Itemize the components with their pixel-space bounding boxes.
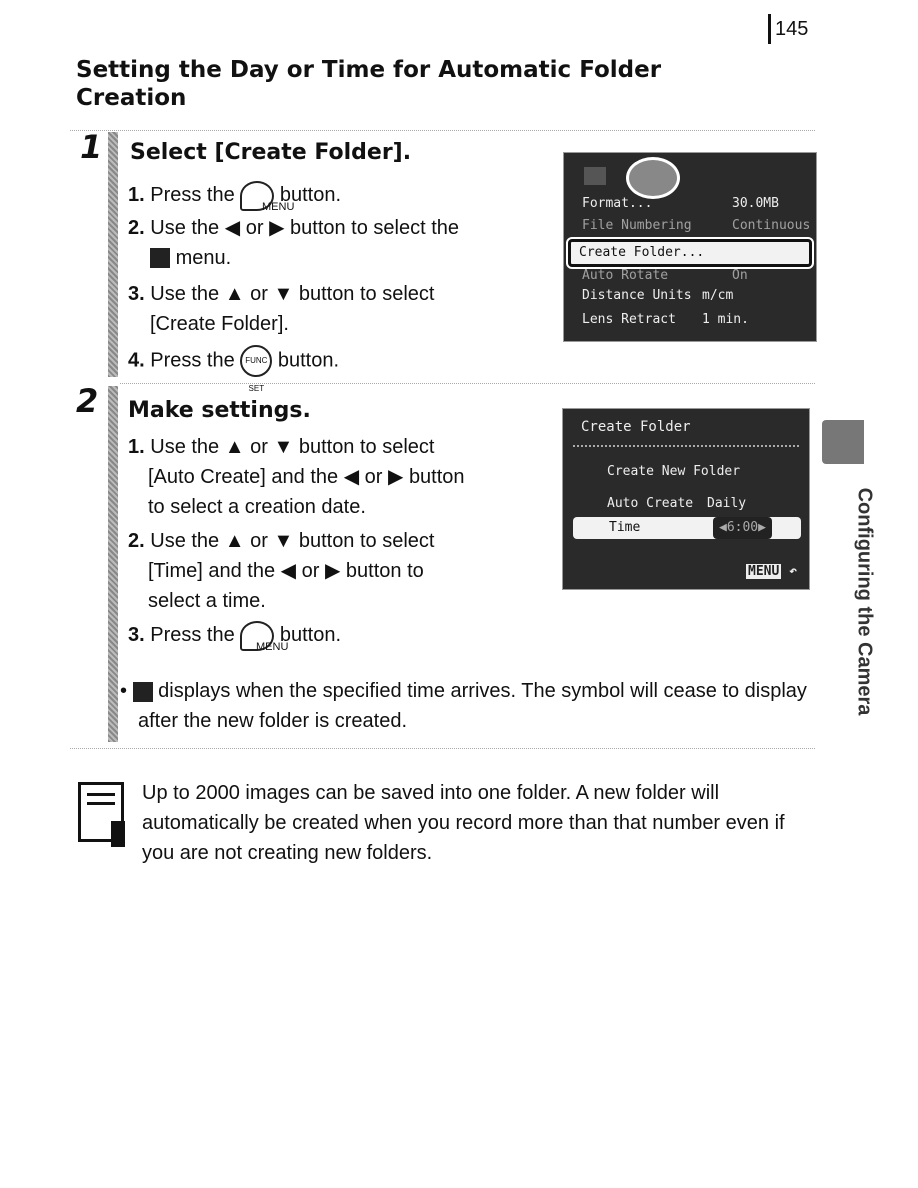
func-set-button-icon: FUNC SET	[240, 344, 273, 393]
return-icon: ↶	[789, 564, 797, 579]
time-setting-row: Time ◀6:00▶	[573, 517, 801, 539]
step-bar	[108, 386, 118, 742]
divider	[70, 748, 815, 749]
chapter-side-tab: Configuring the Camera	[820, 420, 875, 715]
page-title: Setting the Day or Time for Automatic Fo…	[76, 57, 662, 111]
step2-instructions: 1. Use the ▲ or ▼ button to select [Auto…	[128, 436, 465, 653]
memo-icon	[78, 782, 125, 847]
divider	[120, 383, 815, 384]
divider	[70, 130, 815, 131]
memo-text: Up to 2000 images can be saved into one …	[142, 782, 785, 864]
step-number: 2	[76, 382, 99, 420]
down-arrow-icon: ▼	[273, 282, 294, 305]
up-arrow-icon: ▲	[224, 282, 245, 305]
create-folder-item: Create Folder...	[566, 237, 814, 269]
step-heading: Make settings.	[128, 398, 311, 423]
page-number: 145	[768, 14, 808, 44]
right-arrow-icon: ▶	[269, 216, 285, 239]
step-heading: Select [Create Folder].	[130, 140, 412, 165]
left-arrow-icon: ◀	[224, 216, 241, 239]
camera-screen-setup-menu: Format... 30.0MB File Numbering Continuous…	[563, 152, 817, 342]
camera-screen-create-folder: Create Folder Create New Folder Auto Cre…	[562, 408, 810, 590]
camera-tab-icon	[584, 167, 606, 185]
step-number: 1	[80, 128, 103, 166]
manual-page: 145 Setting the Day or Time for Automati…	[0, 0, 918, 1188]
bullet-note: • displays when the specified time arriv…	[120, 680, 807, 732]
step1-instructions: 1. Press the button. MENU 2. Use the ◀ o…	[128, 180, 548, 393]
setup-menu-icon	[150, 248, 170, 269]
folder-symbol-icon	[132, 681, 153, 702]
step-bar	[108, 132, 118, 377]
